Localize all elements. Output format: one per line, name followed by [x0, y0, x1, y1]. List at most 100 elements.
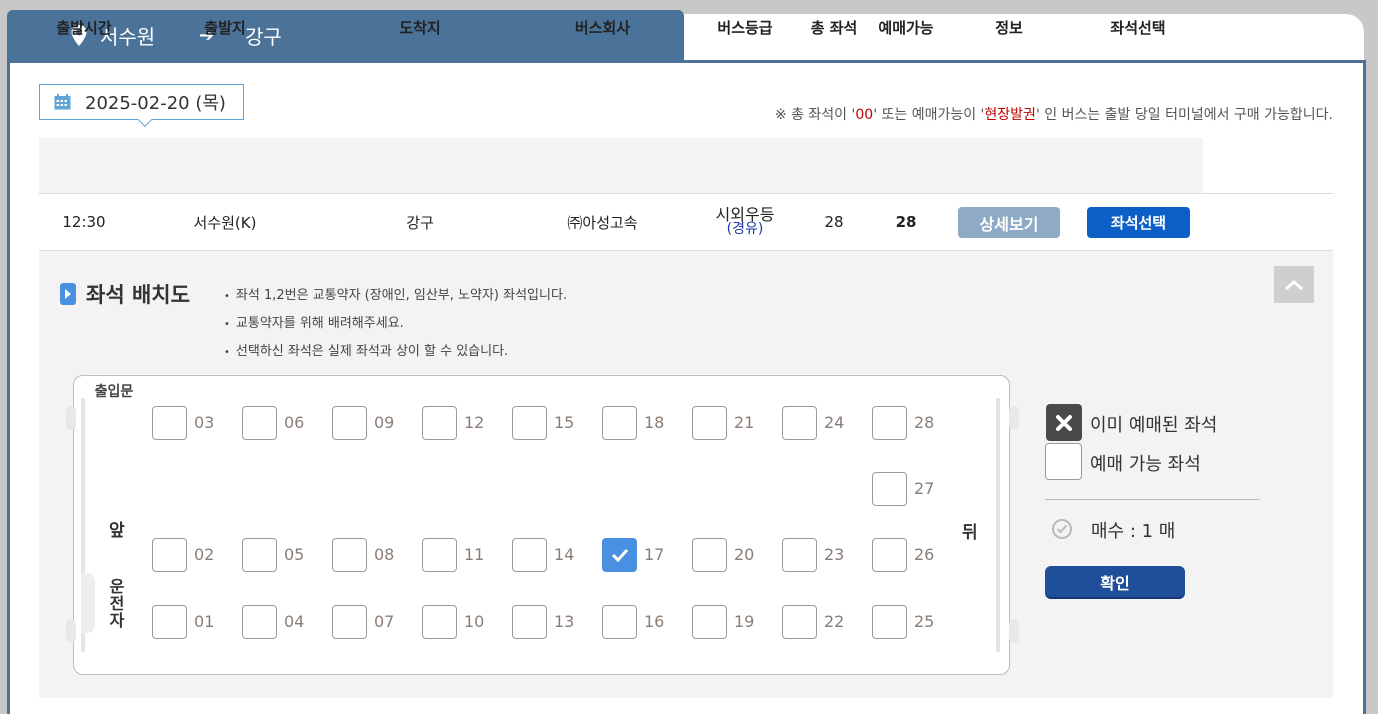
seat-14[interactable] — [512, 538, 547, 572]
available-legend-swatch — [1045, 443, 1082, 480]
header-departure: 출발지 — [204, 18, 246, 37]
collapse-button[interactable] — [1274, 266, 1314, 303]
header-seat-select: 좌석선택 — [1110, 18, 1166, 37]
seat-21[interactable] — [692, 406, 727, 440]
checkmark-icon — [611, 548, 628, 562]
seat-19[interactable] — [692, 605, 727, 639]
seat-02[interactable] — [152, 538, 187, 572]
seat-number-28: 28 — [914, 413, 935, 432]
seat-12[interactable] — [422, 406, 457, 440]
seat-18[interactable] — [602, 406, 637, 440]
seat-number-01: 01 — [194, 612, 215, 631]
seat-01[interactable] — [152, 605, 187, 639]
seat-number-21: 21 — [734, 413, 755, 432]
seat-27[interactable] — [872, 472, 907, 506]
seat-number-19: 19 — [734, 612, 755, 631]
side-tab — [1009, 406, 1019, 430]
close-icon — [1056, 414, 1072, 431]
seat-number-02: 02 — [194, 545, 215, 564]
seat-select-button[interactable]: 좌석선택 — [1087, 207, 1190, 238]
confirm-button[interactable]: 확인 — [1045, 566, 1185, 599]
detail-button[interactable]: 상세보기 — [958, 207, 1060, 238]
seat-number-08: 08 — [374, 545, 395, 564]
seat-20[interactable] — [692, 538, 727, 572]
seat-number-23: 23 — [824, 545, 845, 564]
note-item: 좌석 1,2번은 교통약자 (장애인, 임산부, 노약자) 좌석입니다. — [224, 282, 567, 310]
seat-number-11: 11 — [464, 545, 485, 564]
row-divider — [39, 193, 1333, 194]
seat-03[interactable] — [152, 406, 187, 440]
play-marker-icon — [60, 283, 76, 305]
seat-11[interactable] — [422, 538, 457, 572]
seat-number-05: 05 — [284, 545, 305, 564]
seat-24[interactable] — [782, 406, 817, 440]
door-label: 출입문 — [79, 377, 149, 405]
driver-label: 운전자 — [109, 577, 125, 630]
driver-bar — [81, 573, 95, 633]
seat-number-25: 25 — [914, 612, 935, 631]
seat-number-12: 12 — [464, 413, 485, 432]
seat-28[interactable] — [872, 406, 907, 440]
seat-22[interactable] — [782, 605, 817, 639]
seatmap-title: 좌석 배치도 — [60, 279, 190, 309]
seat-number-06: 06 — [284, 413, 305, 432]
row-bus-grade: 시외우등 (경유) — [695, 204, 795, 240]
seat-25[interactable] — [872, 605, 907, 639]
header-departure-time: 출발시간 — [56, 18, 112, 37]
ticket-count: 매수 : 1 매 — [1091, 521, 1176, 542]
front-label: 앞 — [109, 521, 125, 541]
side-tab — [66, 619, 76, 643]
seat-number-24: 24 — [824, 413, 845, 432]
table-header — [39, 138, 1203, 194]
check-circle-icon — [1052, 519, 1072, 539]
seat-17[interactable] — [602, 538, 637, 572]
seat-number-03: 03 — [194, 413, 215, 432]
seat-16[interactable] — [602, 605, 637, 639]
row-total-seats: 28 — [824, 213, 844, 231]
seat-10[interactable] — [422, 605, 457, 639]
seat-04[interactable] — [242, 605, 277, 639]
seatmap-notes: 좌석 1,2번은 교통약자 (장애인, 임산부, 노약자) 좌석입니다. 교통약… — [224, 282, 567, 366]
seat-09[interactable] — [332, 406, 367, 440]
header-available: 예매가능 — [878, 18, 934, 37]
row-departure: 서수원(K) — [193, 213, 257, 232]
row-departure-time: 12:30 — [62, 213, 106, 231]
chevron-up-icon — [1285, 279, 1303, 290]
seat-08[interactable] — [332, 538, 367, 572]
bus-rear-wall — [996, 398, 1000, 652]
seat-number-10: 10 — [464, 612, 485, 631]
seat-number-20: 20 — [734, 545, 755, 564]
reserved-legend-label: 이미 예매된 좌석 — [1090, 415, 1218, 436]
seat-23[interactable] — [782, 538, 817, 572]
row-bus-company: ㈜아성고속 — [567, 213, 638, 232]
seat-07[interactable] — [332, 605, 367, 639]
seat-13[interactable] — [512, 605, 547, 639]
note-item: 선택하신 좌석은 실제 좌석과 상이 할 수 있습니다. — [224, 338, 567, 366]
seat-number-09: 09 — [374, 413, 395, 432]
row-available: 28 — [895, 213, 917, 231]
seat-06[interactable] — [242, 406, 277, 440]
legend-divider — [1045, 499, 1260, 500]
side-tab — [66, 406, 76, 430]
seat-number-04: 04 — [284, 612, 305, 631]
seat-number-18: 18 — [644, 413, 665, 432]
header-bus-grade: 버스등급 — [717, 18, 773, 37]
seat-05[interactable] — [242, 538, 277, 572]
seat-number-16: 16 — [644, 612, 665, 631]
seat-number-07: 07 — [374, 612, 395, 631]
seat-number-17: 17 — [644, 545, 665, 564]
note-item: 교통약자를 위해 배려해주세요. — [224, 310, 567, 338]
seat-number-27: 27 — [914, 479, 935, 498]
date-selector[interactable]: 2025-02-20 (목) — [39, 84, 244, 120]
calendar-icon — [54, 94, 71, 110]
seat-15[interactable] — [512, 406, 547, 440]
seat-number-22: 22 — [824, 612, 845, 631]
header-bus-company: 버스회사 — [574, 18, 631, 37]
side-tab — [1009, 619, 1019, 643]
reserved-legend-swatch — [1046, 404, 1082, 441]
header-total-seats: 총 좌석 — [810, 18, 858, 37]
seat-26[interactable] — [872, 538, 907, 572]
header-info: 정보 — [995, 18, 1023, 37]
date-text: 2025-02-20 (목) — [85, 93, 226, 114]
bus-grade-via: (경유) — [726, 221, 764, 237]
